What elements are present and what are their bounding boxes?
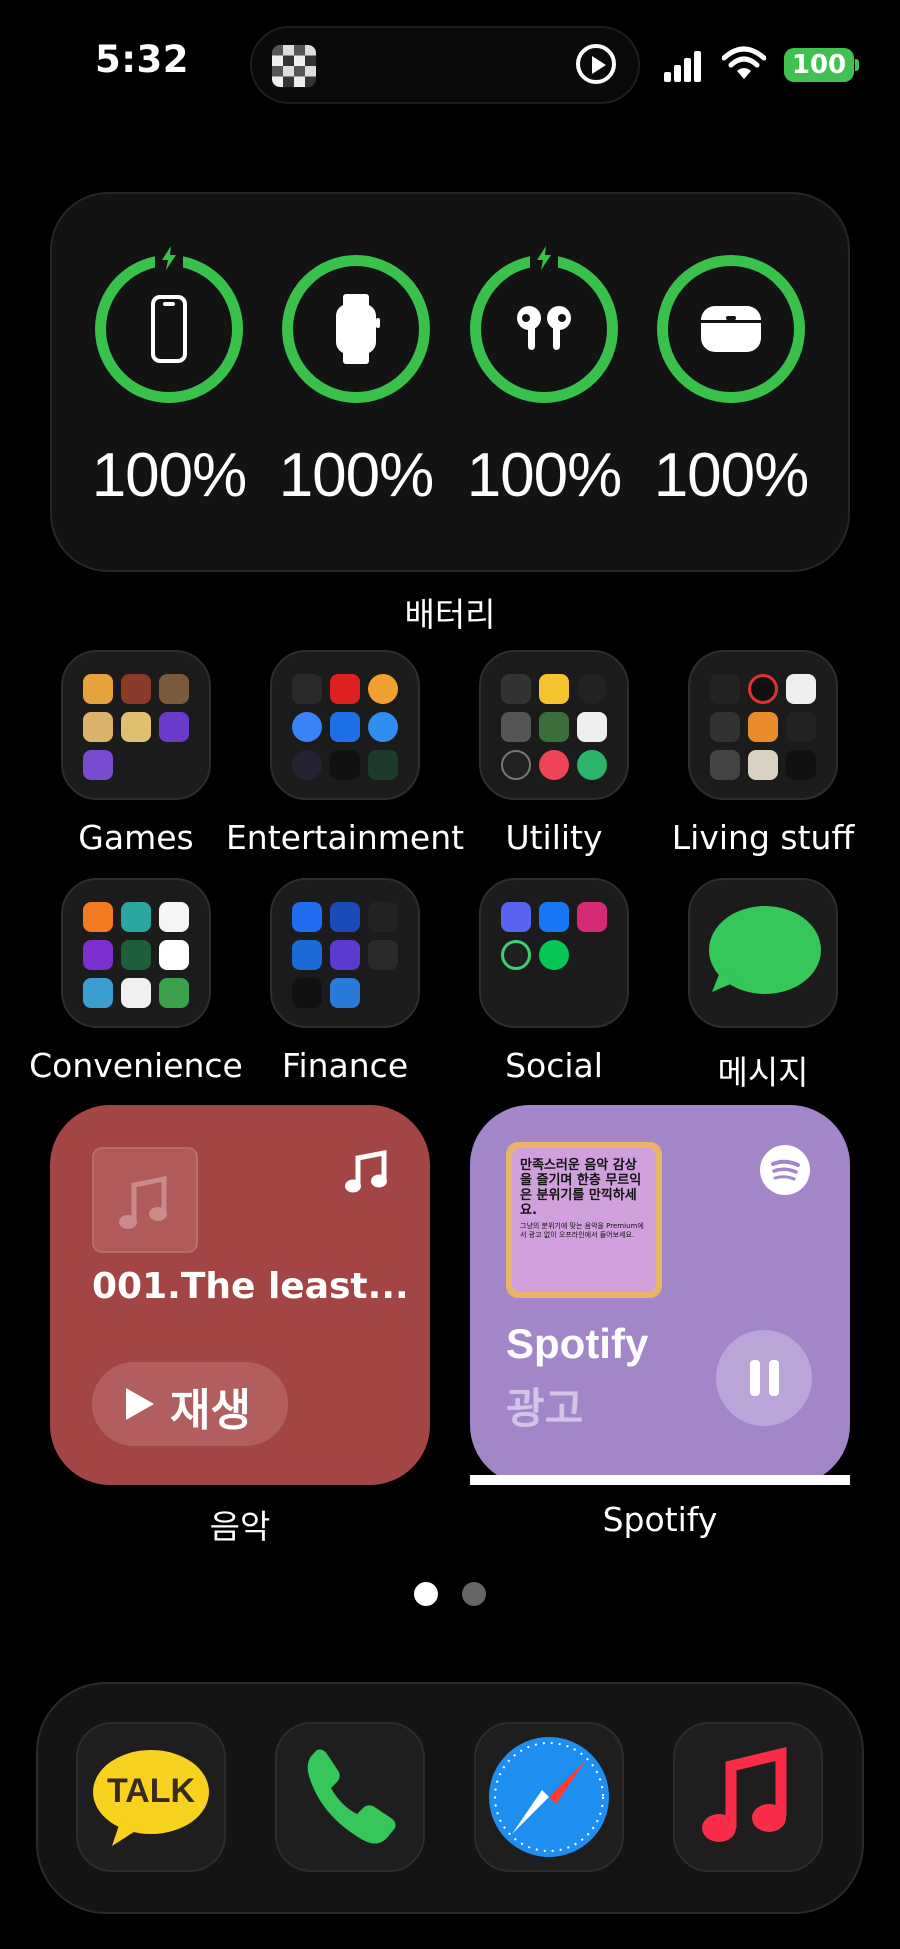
battery-tip (855, 59, 859, 71)
folder-social[interactable] (479, 878, 629, 1028)
battery-percent: 100% (653, 441, 810, 510)
message-bubble-icon (709, 906, 821, 994)
folder-label: Social (505, 1046, 603, 1085)
music-app[interactable] (673, 1722, 823, 1872)
apple-watch-icon (336, 294, 380, 364)
spotify-logo-icon (760, 1145, 810, 1195)
app-label: 메시지 (717, 1053, 809, 1092)
battery-ring-watch (282, 255, 430, 403)
airpods-case-icon (701, 306, 761, 352)
album-art-placeholder (92, 1147, 198, 1253)
now-playing-thumbnail (272, 45, 316, 87)
battery-widget-label: 배터리 (404, 595, 496, 634)
folder-label: Convenience (29, 1046, 243, 1085)
folder-label: Utility (505, 818, 603, 857)
folder-games[interactable] (61, 650, 211, 800)
status-time: 5:32 (95, 38, 190, 81)
kakaotalk-app[interactable]: TALK (76, 1722, 226, 1872)
play-icon (126, 1388, 154, 1420)
music-note-icon (345, 1149, 387, 1193)
iphone-icon (151, 295, 187, 363)
folder-label: Games (78, 818, 194, 857)
spotify-title: Spotify (506, 1320, 649, 1367)
messages-app[interactable] (688, 878, 838, 1028)
cellular-signal-icon (664, 50, 704, 82)
play-button-label: 재생 (170, 1385, 251, 1436)
music-note-icon (119, 1175, 167, 1229)
phone-icon (307, 1749, 396, 1844)
spotify-subtitle: 광고 (506, 1384, 584, 1433)
folder-label: Living stuff (671, 818, 855, 857)
folder-label: Finance (281, 1046, 409, 1085)
ad-small-text: 그냥의 분위기에 맞는 음악을 Premium에서 광고 없이 오프라인에서 들… (520, 1222, 644, 1239)
battery-ring-iphone (95, 244, 243, 403)
widget-label: 음악 (209, 1507, 271, 1546)
widget-label: Spotify (602, 1500, 718, 1539)
folder-finance[interactable] (270, 878, 420, 1028)
safari-icon (489, 1737, 609, 1857)
pause-icon (750, 1360, 779, 1396)
battery-percent: 100% (466, 441, 623, 510)
wifi-icon (722, 46, 766, 79)
folder-convenience[interactable] (61, 878, 211, 1028)
folder-living-stuff[interactable] (688, 650, 838, 800)
battery-percent: 100% (91, 441, 248, 510)
page-dot-active[interactable] (414, 1582, 438, 1606)
ad-artwork: 만족스러운 음악 감상을 즐기며 한층 무르익은 분위기를 만끽하세요. 그냥의… (512, 1148, 656, 1292)
page-dot[interactable] (462, 1582, 486, 1606)
phone-app[interactable] (275, 1722, 425, 1872)
ad-text: 만족스러운 음악 감상을 즐기며 한층 무르익은 분위기를 만끽하세요. (520, 1158, 642, 1218)
music-icon (702, 1747, 787, 1842)
folder-utility[interactable] (479, 650, 629, 800)
pause-button[interactable] (716, 1330, 812, 1426)
airpods-icon (517, 306, 571, 350)
safari-app[interactable] (474, 1722, 624, 1872)
folder-label: Entertainment (225, 818, 465, 857)
folder-entertainment[interactable] (270, 650, 420, 800)
kakaotalk-label: TALK (106, 1772, 196, 1810)
battery-percent: 100% (278, 441, 435, 510)
battery-indicator: 100 (784, 48, 854, 82)
play-circle-icon[interactable] (576, 44, 616, 84)
battery-ring-airpods (470, 244, 618, 403)
battery-ring-case (657, 255, 805, 403)
spotify-progress-bar (470, 1475, 850, 1485)
track-title: 001.The least... (92, 1266, 409, 1307)
